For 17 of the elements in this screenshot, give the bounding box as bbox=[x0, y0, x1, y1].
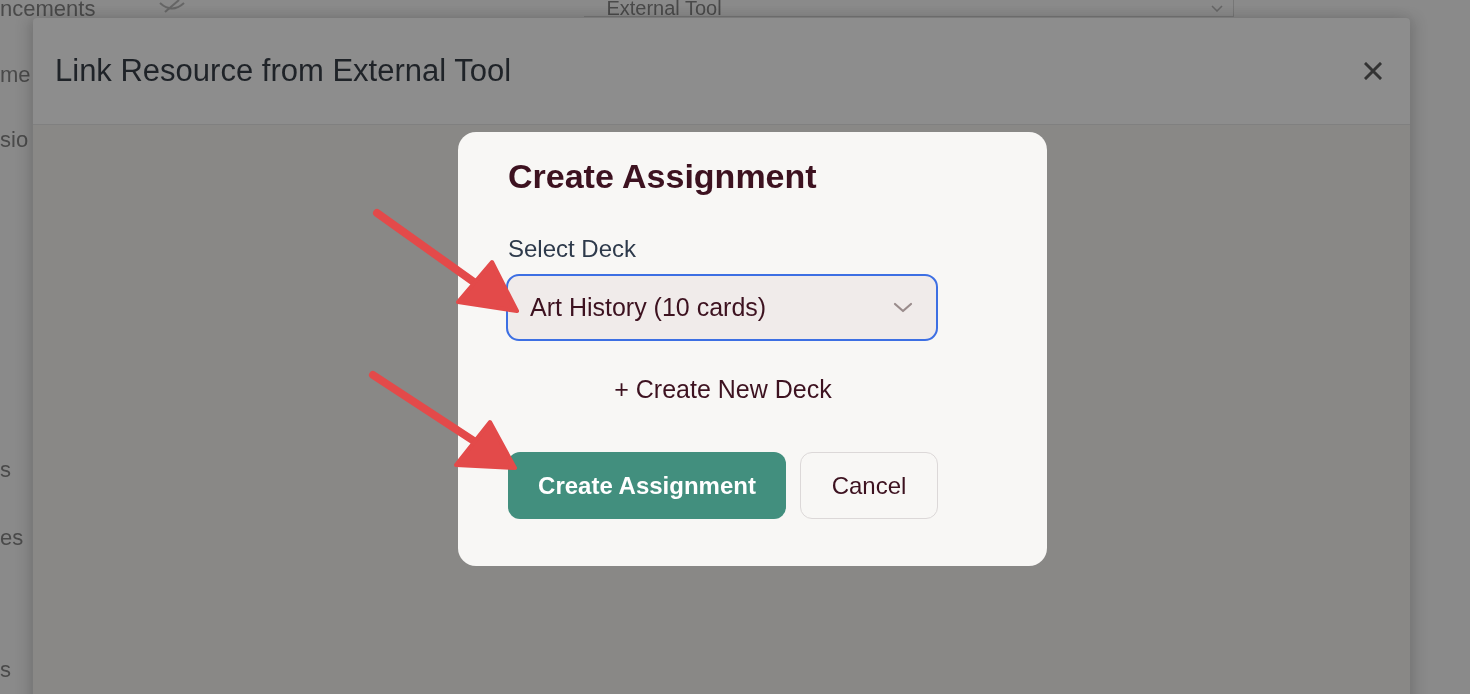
nav-item-fragment: es bbox=[0, 525, 24, 551]
deck-select[interactable]: Art History (10 cards) bbox=[506, 274, 938, 341]
nav-heading-fragment: ncements bbox=[0, 0, 96, 18]
chevron-down-icon bbox=[893, 302, 913, 313]
close-icon bbox=[1364, 62, 1382, 80]
chevron-down-icon bbox=[1211, 4, 1224, 12]
nav-item-fragment: s bbox=[0, 457, 11, 483]
submit-button[interactable]: Create Assignment bbox=[508, 452, 786, 519]
select-deck-label: Select Deck bbox=[508, 235, 638, 263]
modal-title: Link Resource from External Tool bbox=[55, 52, 512, 90]
dialog-title: Create Assignment bbox=[508, 156, 818, 197]
nav-item-fragment: me bbox=[0, 62, 31, 88]
cancel-button[interactable]: Cancel bbox=[800, 452, 938, 519]
nav-item-fragment: sio bbox=[0, 127, 29, 153]
close-button[interactable] bbox=[1364, 62, 1382, 80]
nav-item-fragment: s bbox=[0, 657, 11, 683]
create-new-deck-link[interactable]: + Create New Deck bbox=[614, 375, 832, 403]
